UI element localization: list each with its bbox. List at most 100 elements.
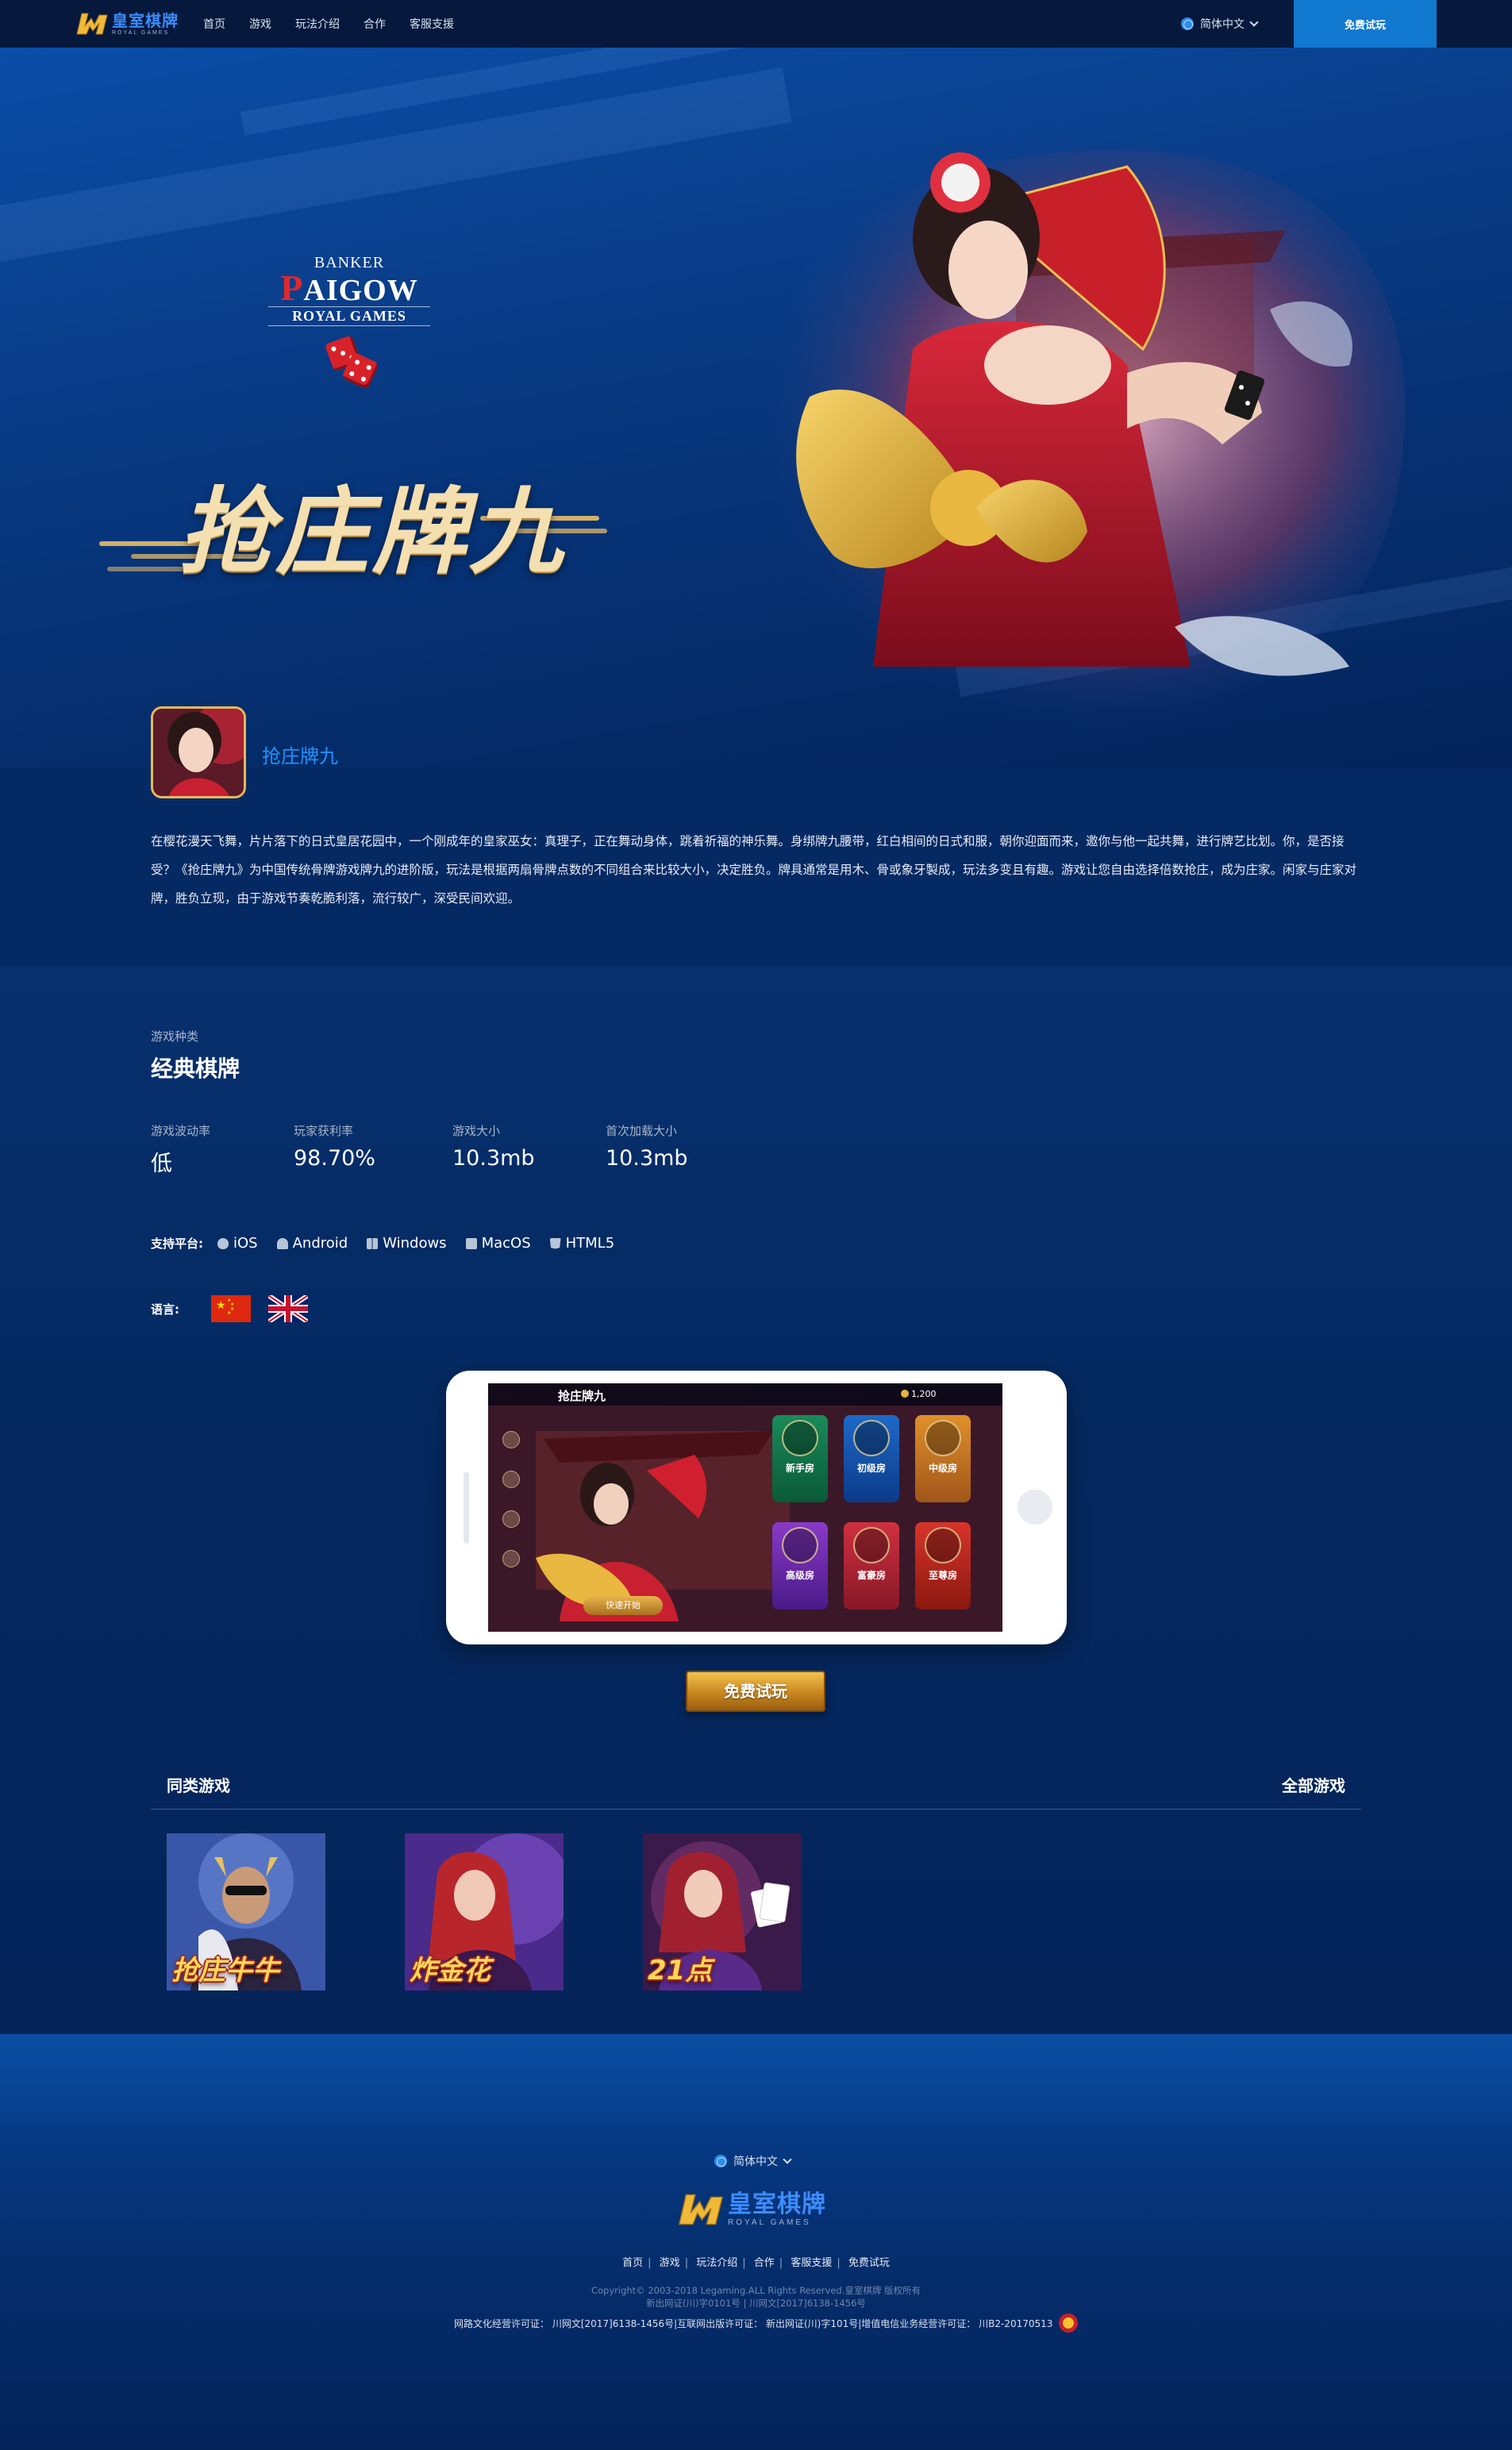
- coin-icon: [901, 1390, 909, 1398]
- category-label: 游戏种类: [151, 1029, 199, 1044]
- footer-link-trial[interactable]: 免费试玩: [848, 2257, 890, 2269]
- language-label-text: 语言:: [151, 1302, 179, 1317]
- footer-links: 首页 | 游戏 | 玩法介绍 | 合作 | 客服支援 | 免费试玩: [622, 2257, 890, 2269]
- screen-side-icon: [502, 1471, 520, 1488]
- top-nav: 皇室棋牌 ROYAL GAMES 首页 游戏 玩法介绍 合作 客服支援 简体中文…: [0, 0, 1512, 48]
- logo-paigow-p: P: [280, 267, 304, 308]
- logo-chinese: 皇室棋牌: [112, 10, 179, 30]
- language-label: 简体中文: [1200, 18, 1245, 31]
- footer-link-partner[interactable]: 合作: [754, 2257, 775, 2269]
- related-game-card[interactable]: 21点: [643, 1833, 802, 1990]
- room-label: 至尊房: [928, 1570, 957, 1581]
- stat-label-rtp: 玩家获利率: [294, 1124, 354, 1138]
- footer-link-home[interactable]: 首页: [622, 2257, 643, 2269]
- screen-coins: 1,200: [901, 1389, 937, 1399]
- logo-royal-games-text: ROYAL GAMES: [268, 306, 430, 326]
- stat-label-volatility: 游戏波动率: [151, 1124, 211, 1138]
- phone-side-button: [464, 1472, 469, 1544]
- globe-icon: [1181, 17, 1194, 30]
- room-card: 至尊房: [915, 1522, 971, 1610]
- macos-icon: [465, 1237, 477, 1249]
- game-description: 在樱花漫天飞舞，片片落下的日式皇居花园中，一个刚成年的皇家巫女：真理子，正在舞动…: [151, 834, 1357, 906]
- windows-icon: [367, 1237, 379, 1249]
- room-label: 中级房: [928, 1463, 957, 1474]
- supported-languages: 语言: ★ ★ ★ ★ ★: [151, 1295, 325, 1322]
- logo-paigow-text: PAIGOW: [226, 270, 472, 307]
- hero-title: 抢庄牌九: [179, 477, 567, 587]
- room-card: 初级房: [844, 1415, 899, 1502]
- category-value: 经典棋牌: [151, 1056, 240, 1082]
- room-label: 初级房: [856, 1463, 886, 1474]
- language-switcher[interactable]: 简体中文: [1181, 0, 1259, 48]
- related-games-header: 同类游戏 全部游戏: [151, 1767, 1361, 1810]
- logo-paigow-rest: AIGOW: [303, 274, 418, 307]
- footer-link-rules[interactable]: 玩法介绍: [696, 2257, 737, 2269]
- platform-android-label: Android: [292, 1235, 348, 1252]
- related-games-title: 同类游戏: [167, 1776, 230, 1795]
- rg-logo-icon: [677, 2190, 725, 2229]
- dice-icon: [317, 334, 381, 391]
- phone-mockup: 抢庄牌九 1,200 新手房 初级房 中级房 高级房 富豪房 至尊房 快速开始: [446, 1371, 1067, 1644]
- nav-link-partner[interactable]: 合作: [364, 16, 386, 32]
- coin-balance: 1,200: [911, 1389, 937, 1399]
- hero-banner: BANKER PAIGOW ROYAL GAMES 抢庄牌九: [0, 48, 1512, 770]
- related-game-title: 抢庄牛牛: [171, 1955, 279, 1987]
- chevron-down-icon: [783, 2155, 792, 2164]
- footer-logo[interactable]: 皇室棋牌 ROYAL GAMES: [677, 2187, 836, 2233]
- room-card: 中级房: [915, 1415, 971, 1502]
- hero-character-illustration: [714, 111, 1445, 762]
- related-game-card[interactable]: 抢庄牛牛: [167, 1833, 325, 1990]
- footer-language-switcher[interactable]: 简体中文: [714, 2153, 792, 2169]
- room-card: 富豪房: [844, 1522, 899, 1610]
- logo-english: ROYAL GAMES: [112, 29, 170, 36]
- apple-icon: [217, 1237, 229, 1249]
- platform-ios: iOS: [217, 1235, 258, 1252]
- screen-side-icon: [502, 1550, 520, 1567]
- footer-logo-english: ROYAL GAMES: [728, 2217, 811, 2227]
- screen-side-icon: [502, 1510, 520, 1528]
- related-game-card[interactable]: 炸金花: [405, 1833, 564, 1990]
- footer-icp: 新出网证(川)字0101号 | 川网文[2017]6138-1456号: [646, 2298, 866, 2309]
- stat-value-initial-load: 10.3mb: [606, 1146, 688, 1171]
- stat-value-rtp: 98.70%: [294, 1146, 375, 1171]
- uk-flag-icon[interactable]: [268, 1295, 308, 1322]
- room-label: 新手房: [785, 1463, 814, 1474]
- footer-copyright: Copyright© 2003-2018 Legaming.ALL Rights…: [591, 2285, 921, 2296]
- footer-link-support[interactable]: 客服支援: [791, 2257, 832, 2269]
- chevron-down-icon: [1249, 17, 1259, 27]
- platform-windows-label: Windows: [383, 1235, 447, 1252]
- game-name: 抢庄牌九: [262, 745, 338, 767]
- free-trial-nav-button[interactable]: 免费试玩: [1294, 0, 1437, 48]
- platform-macos: MacOS: [465, 1235, 531, 1252]
- quick-start-button: 快速开始: [583, 1596, 663, 1615]
- game-title-art: 抢庄牌九: [99, 468, 607, 603]
- footer-logo-chinese: 皇室棋牌: [728, 2190, 826, 2218]
- footer-language-label: 简体中文: [733, 2156, 778, 2168]
- police-badge-icon: [1059, 2313, 1079, 2333]
- china-flag-icon[interactable]: ★ ★ ★ ★ ★: [211, 1295, 251, 1322]
- nav-link-games[interactable]: 游戏: [249, 16, 271, 32]
- game-screenshot: 抢庄牌九 1,200 新手房 初级房 中级房 高级房 富豪房 至尊房 快速开始: [488, 1383, 1002, 1632]
- nav-link-support[interactable]: 客服支援: [410, 16, 454, 32]
- nav-link-rules[interactable]: 玩法介绍: [295, 16, 340, 32]
- platform-ios-label: iOS: [233, 1235, 258, 1252]
- logo-banker-text: BANKER: [314, 254, 385, 271]
- free-trial-button[interactable]: 免费试玩: [686, 1671, 825, 1712]
- all-games-link[interactable]: 全部游戏: [1282, 1773, 1345, 1796]
- room-label: 富豪房: [856, 1570, 886, 1581]
- footer-license-text: 网路文化经营许可证： 川网文[2017]6138-1456号|互联网出版许可证：…: [454, 2317, 1053, 2329]
- supported-platforms: 支持平台: iOS Android Windows MacOS HTML5: [151, 1235, 633, 1252]
- phone-home-button: [1018, 1490, 1052, 1525]
- nav-links: 首页 游戏 玩法介绍 合作 客服支援: [203, 0, 478, 48]
- room-card: 新手房: [772, 1415, 828, 1502]
- android-icon: [276, 1237, 288, 1249]
- room-card: 高级房: [772, 1522, 828, 1610]
- globe-icon: [714, 2155, 727, 2167]
- site-logo[interactable]: 皇室棋牌 ROYAL GAMES: [75, 8, 183, 40]
- footer-link-games[interactable]: 游戏: [660, 2257, 680, 2269]
- footer-license: 网路文化经营许可证： 川网文[2017]6138-1456号|互联网出版许可证：…: [454, 2313, 1079, 2333]
- platform-label: 支持平台:: [151, 1237, 203, 1251]
- stat-label-initial-load: 首次加载大小: [606, 1124, 678, 1138]
- html5-icon: [549, 1237, 561, 1249]
- nav-link-home[interactable]: 首页: [203, 16, 225, 32]
